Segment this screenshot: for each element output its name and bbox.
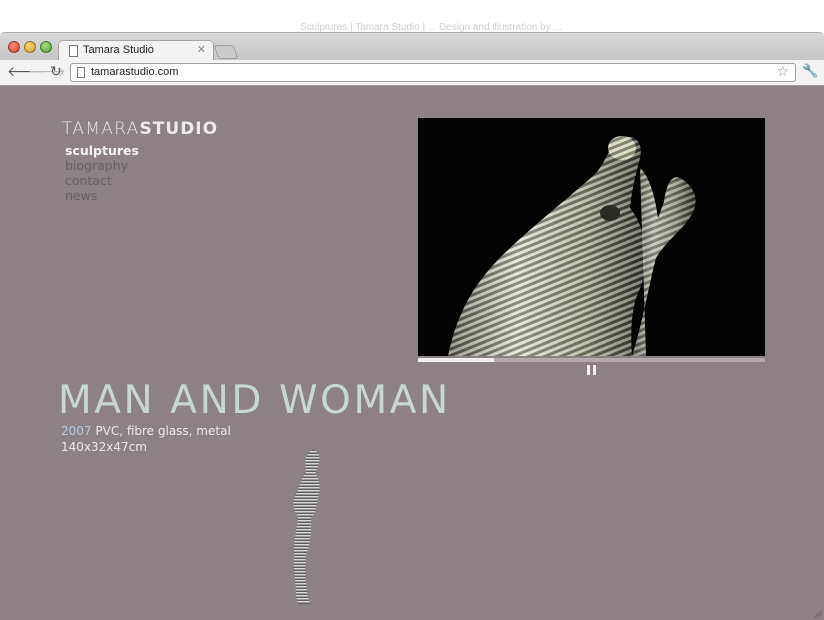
close-icon[interactable]: ✕: [197, 43, 206, 56]
url-text[interactable]: tamarastudio.com: [91, 66, 178, 78]
site-nav: sculptures biography contact news: [65, 143, 139, 203]
nav-item-contact[interactable]: contact: [65, 173, 139, 188]
tab-title: Tamara Studio: [83, 44, 154, 56]
window-close-button[interactable]: [8, 41, 20, 53]
page-viewport: TAMARASTUDIO sculptures biography contac…: [0, 86, 824, 620]
site-logo[interactable]: TAMARASTUDIO: [62, 119, 218, 139]
logo-light-text: TAMARA: [62, 119, 140, 139]
page-icon: [69, 45, 78, 57]
sculpture-meta: 2007 PVC, fibre glass, metal: [61, 424, 231, 438]
sculpture-materials: PVC, fibre glass, metal: [95, 424, 231, 438]
star-icon[interactable]: ☆: [776, 64, 789, 81]
resize-grip-icon[interactable]: [812, 608, 822, 618]
sculpture-title: MAN AND WOMAN: [58, 378, 451, 423]
browser-toolbar: 🡐 🡒 ↻ tamarastudio.com ☆ 🔧: [0, 60, 824, 86]
sculpture-year: 2007: [61, 424, 92, 438]
reload-icon[interactable]: ↻: [50, 64, 62, 80]
sculpture-video-frame: [418, 118, 765, 356]
sculpture-figure-image: [293, 450, 320, 604]
address-bar[interactable]: tamarastudio.com ☆: [70, 63, 796, 82]
video-progress-bar[interactable]: [418, 358, 765, 362]
video-player[interactable]: [418, 118, 765, 356]
new-tab-button[interactable]: [213, 45, 239, 59]
video-progress-fill: [418, 358, 495, 362]
logo-bold-text: STUDIO: [139, 119, 219, 139]
nav-item-sculptures[interactable]: sculptures: [65, 143, 139, 158]
window-minimize-button[interactable]: [24, 41, 36, 53]
sculpture-dimensions: 140x32x47cm: [61, 440, 147, 454]
window-maximize-button[interactable]: [40, 41, 52, 53]
page-icon: [77, 67, 85, 78]
browser-titlebar: Tamara Studio ✕: [0, 32, 824, 62]
pause-icon[interactable]: [587, 365, 596, 375]
nav-item-news[interactable]: news: [65, 188, 139, 203]
nav-item-biography[interactable]: biography: [65, 158, 139, 173]
browser-tab[interactable]: Tamara Studio ✕: [58, 40, 214, 62]
wrench-icon[interactable]: 🔧: [802, 64, 818, 80]
